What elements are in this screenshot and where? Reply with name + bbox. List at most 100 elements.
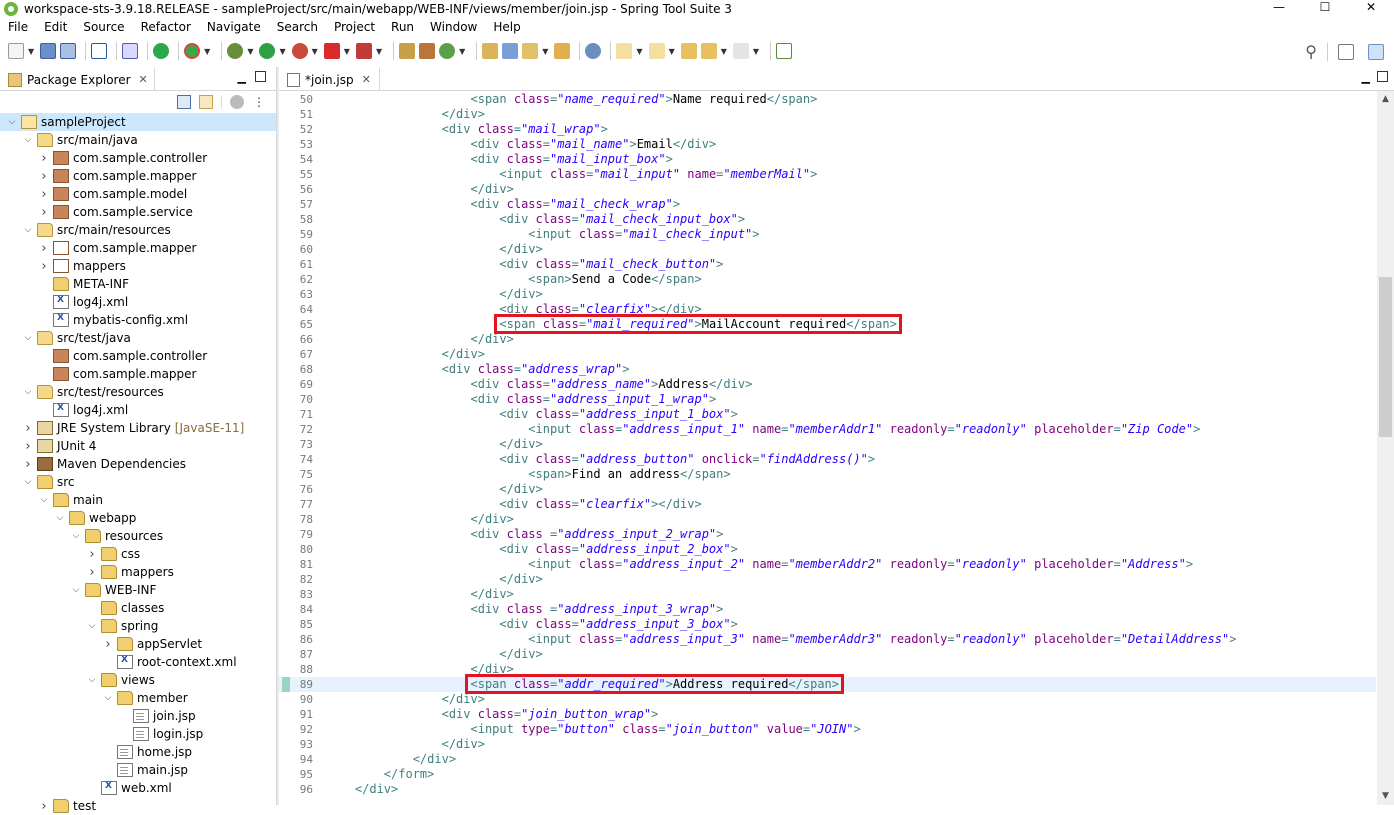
chevron-down-icon[interactable]: ⌵ xyxy=(86,621,98,631)
tree-item[interactable]: › Maven Dependencies xyxy=(0,455,276,473)
collapse-all-icon[interactable] xyxy=(177,95,191,109)
build-icon[interactable] xyxy=(122,43,139,59)
code-line[interactable]: 81 <input class="address_input_2" name="… xyxy=(279,557,1376,572)
code-line[interactable]: 75 <span>Find an address</span> xyxy=(279,467,1376,482)
menu-refactor[interactable]: Refactor xyxy=(133,20,199,34)
tree-item[interactable]: META-INF xyxy=(0,275,276,293)
chevron-right-icon[interactable]: › xyxy=(38,205,50,220)
scroll-down-icon[interactable]: ▼ xyxy=(1377,788,1394,805)
stop-server-icon[interactable] xyxy=(153,43,170,59)
code-line[interactable]: 77 <div class="clearfix"></div> xyxy=(279,497,1376,512)
chevron-down-icon[interactable]: ⌵ xyxy=(22,135,34,145)
tree-item[interactable]: › css xyxy=(0,545,276,563)
code-line[interactable]: 53 <div class="mail_name">Email</div> xyxy=(279,137,1376,152)
tab-package-explorer[interactable]: Package Explorer ✕ xyxy=(0,66,155,91)
run-icon[interactable] xyxy=(259,43,276,59)
previous-annotation-icon[interactable] xyxy=(648,43,665,59)
code-line[interactable]: 58 <div class="mail_check_input_box"> xyxy=(279,212,1376,227)
back-dropdown-icon[interactable]: ▼ xyxy=(721,47,727,56)
open-type-icon[interactable] xyxy=(482,43,499,59)
code-line[interactable]: 96 </div> xyxy=(279,782,1376,797)
tree-item[interactable]: ⌵ views xyxy=(0,671,276,689)
next-annotation-dropdown-icon[interactable]: ▼ xyxy=(636,47,642,56)
run-external-icon[interactable] xyxy=(291,43,308,59)
chevron-down-icon[interactable]: ⌵ xyxy=(70,585,82,595)
code-line[interactable]: 59 <input class="mail_check_input"> xyxy=(279,227,1376,242)
code-line[interactable]: 86 <input class="address_input_3" name="… xyxy=(279,632,1376,647)
tree-item[interactable]: ⌵ src/main/java xyxy=(0,131,276,149)
code-line[interactable]: 61 <div class="mail_check_button"> xyxy=(279,257,1376,272)
code-line[interactable]: 52 <div class="mail_wrap"> xyxy=(279,122,1376,137)
new-package-icon[interactable] xyxy=(419,43,436,59)
java-ee-perspective-icon[interactable] xyxy=(1368,43,1384,60)
tree-item[interactable]: ⌵ member xyxy=(0,689,276,707)
minimize-editor-icon[interactable]: ▁ xyxy=(1362,71,1370,84)
code-line[interactable]: 82 </div> xyxy=(279,572,1376,587)
tree-item[interactable]: classes xyxy=(0,599,276,617)
minimize-button[interactable]: — xyxy=(1256,0,1302,17)
code-line[interactable]: 54 <div class="mail_input_box"> xyxy=(279,152,1376,167)
code-line[interactable]: 64 <div class="clearfix"></div> xyxy=(279,302,1376,317)
tree-item[interactable]: › mappers xyxy=(0,257,276,275)
tree-item[interactable]: ⌵ resources xyxy=(0,527,276,545)
code-line[interactable]: 51 </div> xyxy=(279,107,1376,122)
debug-icon[interactable] xyxy=(227,43,244,59)
save-all-icon[interactable] xyxy=(60,43,77,59)
terminate-dropdown-icon[interactable]: ▼ xyxy=(344,47,350,56)
tree-item[interactable]: mybatis-config.xml xyxy=(0,311,276,329)
chevron-right-icon[interactable]: › xyxy=(38,259,50,274)
boot-dashboard-icon[interactable] xyxy=(184,43,201,59)
code-line[interactable]: 70 <div class="address_input_1_wrap"> xyxy=(279,392,1376,407)
new-class-icon[interactable] xyxy=(439,43,456,59)
close-icon[interactable]: ✕ xyxy=(139,73,148,86)
search-icon[interactable] xyxy=(522,43,539,59)
previous-annotation-dropdown-icon[interactable]: ▼ xyxy=(669,47,675,56)
menu-help[interactable]: Help xyxy=(485,20,528,34)
tree-item[interactable]: log4j.xml xyxy=(0,293,276,311)
chevron-right-icon[interactable]: › xyxy=(102,637,114,652)
tree-item[interactable]: com.sample.controller xyxy=(0,347,276,365)
tree-item[interactable]: › appServlet xyxy=(0,635,276,653)
code-line[interactable]: 93 </div> xyxy=(279,737,1376,752)
run-dropdown-icon[interactable]: ▼ xyxy=(279,47,285,56)
focus-on-workset-icon[interactable] xyxy=(230,95,244,109)
tree-item[interactable]: main.jsp xyxy=(0,761,276,779)
link-with-editor-icon[interactable] xyxy=(199,95,213,109)
menu-run[interactable]: Run xyxy=(383,20,422,34)
close-icon[interactable]: ✕ xyxy=(362,73,371,86)
code-line[interactable]: 63 </div> xyxy=(279,287,1376,302)
pin-editor-icon[interactable] xyxy=(776,43,793,59)
chevron-right-icon[interactable]: › xyxy=(38,151,50,166)
maximize-view-icon[interactable] xyxy=(255,71,266,82)
code-line[interactable]: 50 <span class="name_required">Name requ… xyxy=(279,92,1376,107)
chevron-right-icon[interactable]: › xyxy=(86,565,98,580)
tree-item[interactable]: com.sample.mapper xyxy=(0,365,276,383)
code-line[interactable]: 89 <span class="addr_required">Address r… xyxy=(279,677,1376,692)
maximize-button[interactable]: ☐ xyxy=(1302,0,1348,17)
code-line[interactable]: 68 <div class="address_wrap"> xyxy=(279,362,1376,377)
last-edit-location-icon[interactable] xyxy=(680,43,697,59)
tree-item[interactable]: › com.sample.model xyxy=(0,185,276,203)
editor-vertical-scrollbar[interactable]: ▲ ▼ xyxy=(1377,91,1394,805)
chevron-down-icon[interactable]: ⌵ xyxy=(22,333,34,343)
code-line[interactable]: 88 </div> xyxy=(279,662,1376,677)
new-class-dropdown-icon[interactable]: ▼ xyxy=(459,47,465,56)
tree-item[interactable]: › com.sample.mapper xyxy=(0,239,276,257)
chevron-down-icon[interactable]: ⌵ xyxy=(102,693,114,703)
tree-item[interactable]: login.jsp xyxy=(0,725,276,743)
debug-dropdown-icon[interactable]: ▼ xyxy=(247,47,253,56)
tree-item[interactable]: ⌵ WEB-INF xyxy=(0,581,276,599)
close-button[interactable]: ✕ xyxy=(1348,0,1394,17)
run-external-dropdown-icon[interactable]: ▼ xyxy=(312,47,318,56)
code-line[interactable]: 84 <div class ="address_input_3_wrap"> xyxy=(279,602,1376,617)
chevron-down-icon[interactable]: ⌵ xyxy=(22,477,34,487)
tree-item[interactable]: › JRE System Library [JavaSE-11] xyxy=(0,419,276,437)
chevron-down-icon[interactable]: ⌵ xyxy=(38,495,50,505)
relaunch-icon[interactable] xyxy=(355,43,372,59)
menu-source[interactable]: Source xyxy=(75,20,132,34)
menu-project[interactable]: Project xyxy=(326,20,383,34)
code-line[interactable]: 67 </div> xyxy=(279,347,1376,362)
code-line[interactable]: 85 <div class="address_input_3_box"> xyxy=(279,617,1376,632)
chevron-down-icon[interactable]: ⌵ xyxy=(54,513,66,523)
chevron-right-icon[interactable]: › xyxy=(22,457,34,472)
